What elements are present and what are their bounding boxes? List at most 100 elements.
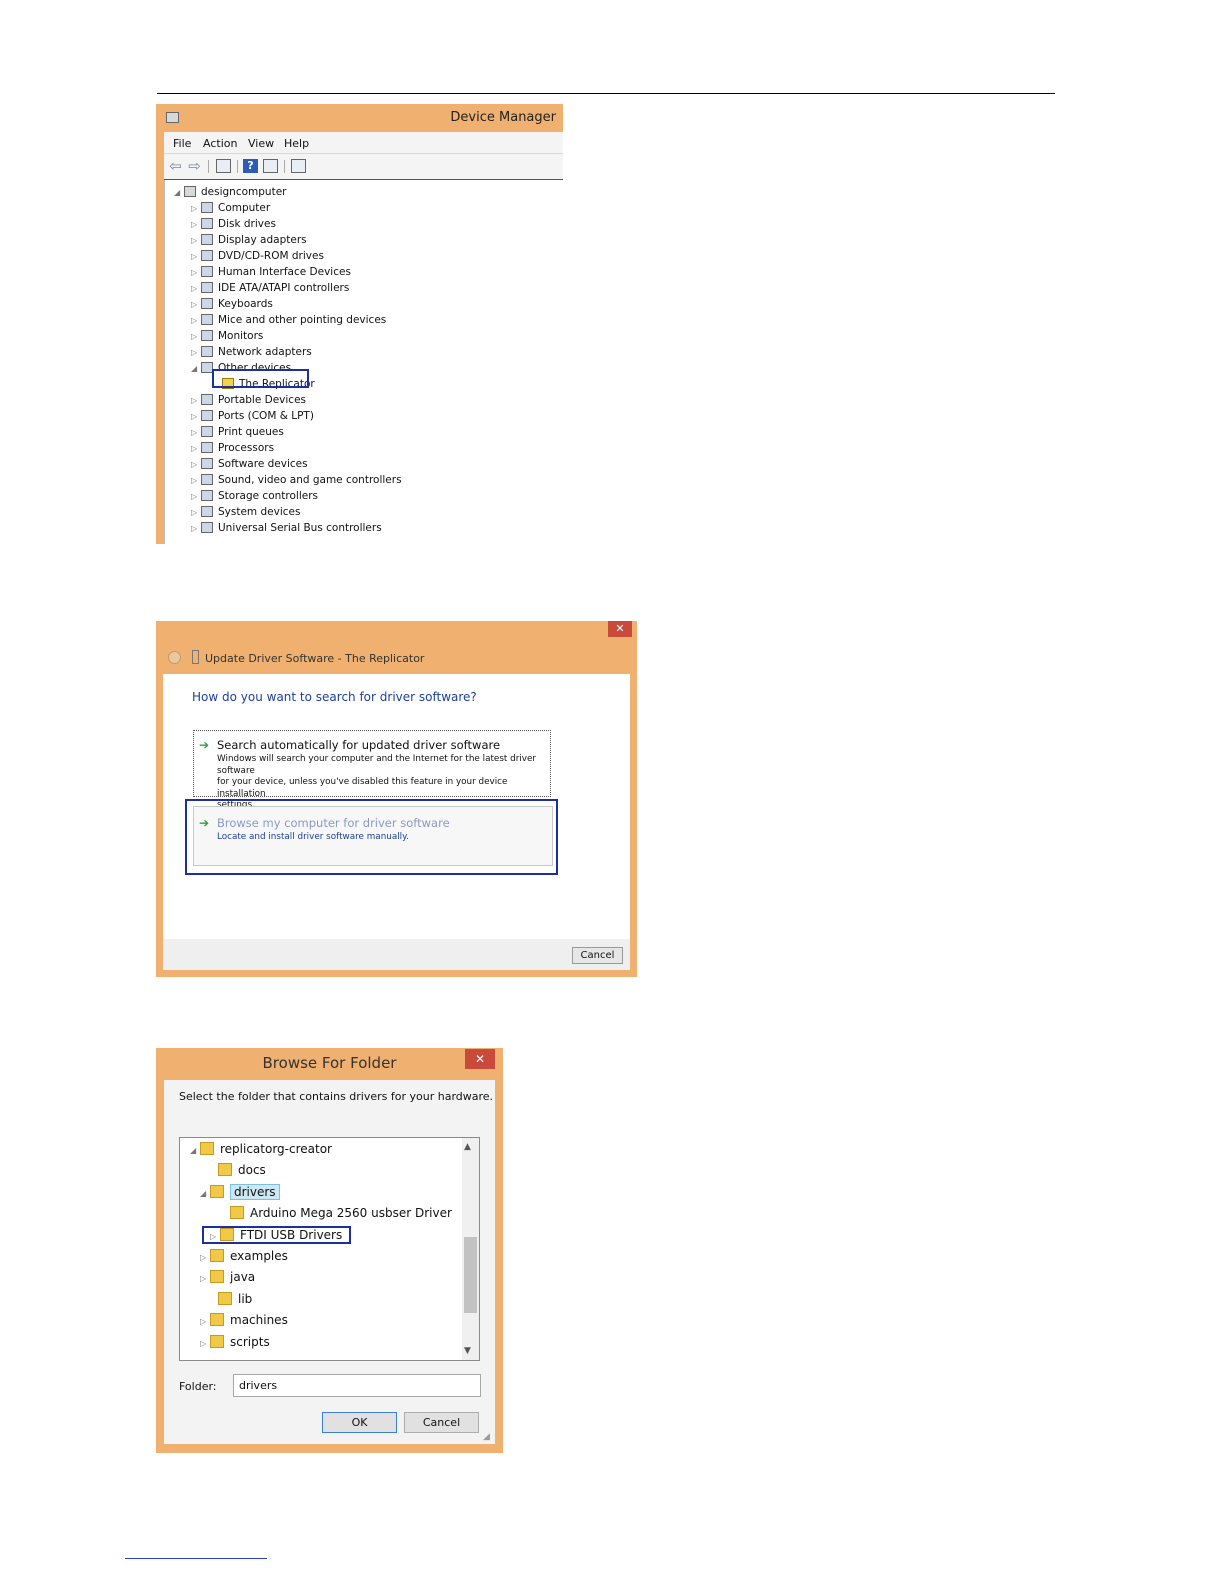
toolbar-separator bbox=[237, 160, 238, 173]
browse-folder-title: Browse For Folder bbox=[262, 1054, 397, 1072]
expand-icon[interactable]: ▷ bbox=[191, 473, 201, 489]
cancel-button[interactable]: Cancel bbox=[572, 947, 623, 964]
collapse-icon[interactable]: ◢ bbox=[174, 185, 184, 201]
usb-device-icon bbox=[192, 650, 199, 664]
expand-icon[interactable]: ▷ bbox=[191, 457, 201, 473]
tree-root[interactable]: ◢ designcomputer bbox=[174, 184, 286, 200]
scan-hardware-icon[interactable] bbox=[291, 159, 306, 173]
scroll-up-icon[interactable]: ▲ bbox=[464, 1142, 471, 1152]
device-category-icon bbox=[201, 234, 213, 245]
expand-icon[interactable]: ▷ bbox=[191, 233, 201, 249]
menu-view[interactable]: View bbox=[248, 137, 274, 150]
cancel-button[interactable]: Cancel bbox=[404, 1412, 479, 1433]
help-icon[interactable]: ? bbox=[243, 159, 258, 173]
ok-button[interactable]: OK bbox=[322, 1412, 397, 1433]
forward-arrow-icon[interactable]: ⇨ bbox=[187, 159, 202, 174]
folder-input[interactable]: drivers bbox=[233, 1374, 481, 1397]
menu-file[interactable]: File bbox=[173, 137, 191, 150]
expand-icon[interactable]: ▷ bbox=[191, 281, 201, 297]
close-button[interactable]: ✕ bbox=[465, 1049, 495, 1069]
folder-tree-item[interactable]: docs bbox=[208, 1160, 266, 1180]
toolbar-separator bbox=[284, 160, 285, 173]
scroll-down-icon[interactable]: ▼ bbox=[464, 1346, 471, 1356]
tree-category-item[interactable]: ▷ Universal Serial Bus controllers bbox=[191, 520, 382, 536]
tree-category-item[interactable]: ▷ Keyboards bbox=[191, 296, 273, 312]
expand-icon[interactable]: ▷ bbox=[191, 265, 201, 281]
folder-label: examples bbox=[230, 1249, 288, 1263]
properties-icon[interactable] bbox=[216, 159, 231, 173]
expand-icon[interactable]: ▷ bbox=[200, 1334, 210, 1354]
tree-item-label: Network adapters bbox=[218, 346, 312, 358]
expand-icon[interactable]: ▷ bbox=[191, 313, 201, 329]
tree-item-label: Print queues bbox=[218, 426, 284, 438]
expand-icon[interactable]: ▷ bbox=[191, 489, 201, 505]
option-auto-desc-line: for your device, unless you've disabled … bbox=[217, 777, 508, 799]
back-button-icon[interactable] bbox=[168, 651, 181, 664]
tree-category-item[interactable]: ▷ Disk drives bbox=[191, 216, 276, 232]
expand-icon[interactable]: ▷ bbox=[191, 297, 201, 313]
folder-tree[interactable]: ◢ replicatorg-creator docs ◢ drivers Arduino … bbox=[179, 1137, 480, 1361]
tree-category-item[interactable]: ▷ Network adapters bbox=[191, 344, 312, 360]
tree-category-item[interactable]: ▷ Software devices bbox=[191, 456, 308, 472]
tree-category-item[interactable]: ▷ Sound, video and game controllers bbox=[191, 472, 402, 488]
folder-tree-item[interactable]: ▷ machines bbox=[200, 1310, 288, 1330]
folder-tree-item[interactable]: ▷ scripts bbox=[200, 1332, 270, 1352]
tree-category-item[interactable]: ▷ System devices bbox=[191, 504, 300, 520]
expand-icon[interactable]: ▷ bbox=[200, 1269, 210, 1289]
device-category-icon bbox=[201, 330, 213, 341]
tree-category-item[interactable]: ▷ Processors bbox=[191, 440, 274, 456]
tree-category-item[interactable]: ▷ Print queues bbox=[191, 424, 284, 440]
folder-tree-item[interactable]: lib bbox=[208, 1289, 252, 1309]
folder-label: java bbox=[230, 1270, 256, 1285]
menu-action[interactable]: Action bbox=[203, 137, 237, 150]
expand-icon[interactable]: ▷ bbox=[200, 1248, 210, 1268]
footnote-rule bbox=[125, 1558, 267, 1559]
expand-icon[interactable]: ▷ bbox=[191, 345, 201, 361]
tree-category-item[interactable]: ▷ Portable Devices bbox=[191, 392, 306, 408]
expand-icon[interactable]: ▷ bbox=[191, 425, 201, 441]
tree-category-item[interactable]: ▷ Display adapters bbox=[191, 232, 307, 248]
computer-icon bbox=[184, 186, 196, 197]
menu-help[interactable]: Help bbox=[284, 137, 309, 150]
collapse-icon[interactable]: ◢ bbox=[191, 361, 201, 377]
folder-icon bbox=[200, 1142, 214, 1155]
tree-category-item[interactable]: ▷ Mice and other pointing devices bbox=[191, 312, 386, 328]
expand-icon[interactable]: ▷ bbox=[191, 393, 201, 409]
resize-grip-icon[interactable]: ◢ bbox=[483, 1432, 490, 1442]
expand-icon[interactable]: ▷ bbox=[191, 217, 201, 233]
collapse-icon[interactable]: ◢ bbox=[200, 1184, 210, 1204]
tree-category-item[interactable]: ▷ Computer bbox=[191, 200, 270, 216]
expand-icon[interactable]: ▷ bbox=[191, 201, 201, 217]
folder-tree-item[interactable]: Arduino Mega 2560 usbser Driver bbox=[220, 1203, 452, 1223]
expand-icon[interactable]: ▷ bbox=[191, 249, 201, 265]
collapse-icon[interactable]: ◢ bbox=[190, 1141, 200, 1161]
expand-icon[interactable]: ▷ bbox=[191, 409, 201, 425]
tree-category-item[interactable]: ▷ IDE ATA/ATAPI controllers bbox=[191, 280, 349, 296]
tree-category-item[interactable]: ▷ Ports (COM & LPT) bbox=[191, 408, 314, 424]
expand-icon[interactable]: ▷ bbox=[191, 521, 201, 537]
close-button[interactable]: ✕ bbox=[608, 621, 632, 637]
show-hidden-icon[interactable] bbox=[263, 159, 278, 173]
option-auto-title: Search automatically for updated driver … bbox=[217, 738, 501, 752]
tree-category-item[interactable]: ▷ Monitors bbox=[191, 328, 263, 344]
driver-search-question: How do you want to search for driver sof… bbox=[192, 690, 477, 704]
folder-tree-item[interactable]: ◢ replicatorg-creator bbox=[190, 1139, 332, 1159]
folder-tree-item[interactable]: ▷ java bbox=[200, 1267, 255, 1287]
expand-icon[interactable]: ▷ bbox=[200, 1312, 210, 1332]
device-category-icon bbox=[201, 346, 213, 357]
folder-label: Arduino Mega 2560 usbser Driver bbox=[250, 1206, 452, 1221]
folder-label: scripts bbox=[230, 1334, 270, 1349]
expand-icon[interactable]: ▷ bbox=[191, 329, 201, 345]
folder-tree-item[interactable]: ◢ drivers bbox=[200, 1182, 280, 1202]
tree-category-item[interactable]: ▷ Human Interface Devices bbox=[191, 264, 351, 280]
search-automatically-option[interactable]: ➔ Search automatically for updated drive… bbox=[193, 730, 551, 810]
back-arrow-icon[interactable]: ⇦ bbox=[168, 159, 183, 174]
scrollbar-thumb[interactable] bbox=[464, 1237, 477, 1313]
folder-icon bbox=[218, 1291, 232, 1305]
expand-icon[interactable]: ▷ bbox=[191, 505, 201, 521]
tree-item-label: Software devices bbox=[218, 458, 308, 470]
folder-tree-item[interactable]: ▷ examples bbox=[200, 1246, 288, 1266]
tree-category-item[interactable]: ▷ DVD/CD-ROM drives bbox=[191, 248, 324, 264]
tree-category-item[interactable]: ▷ Storage controllers bbox=[191, 488, 318, 504]
expand-icon[interactable]: ▷ bbox=[191, 441, 201, 457]
